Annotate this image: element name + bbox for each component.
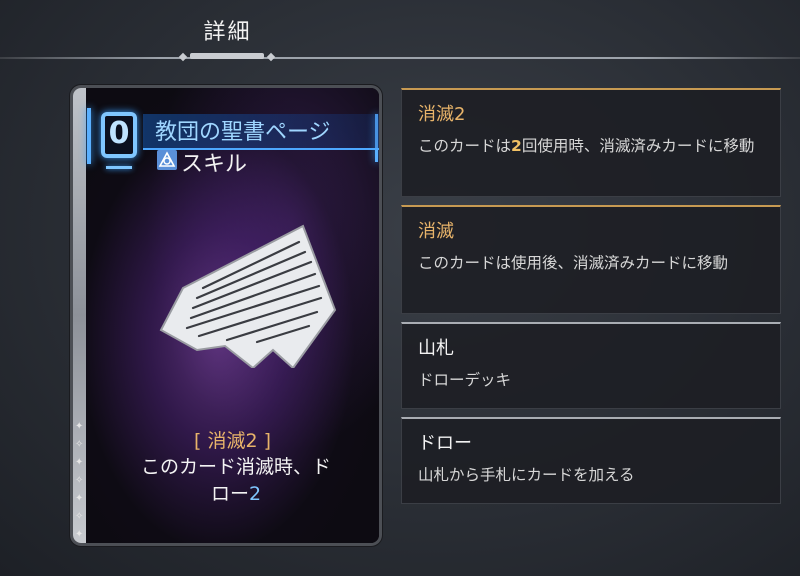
keyword-panel-body-number: 2: [511, 137, 522, 155]
header-divider: [0, 57, 800, 59]
keyword-panel-body-pre: このカードは: [418, 137, 512, 155]
card-description-line1: このカード消滅時、ド: [140, 456, 331, 478]
header-title: 詳細: [203, 20, 252, 45]
keyword-panel-body: このカードは2回使用時、消滅済みカードに移動: [418, 134, 764, 158]
keyword-panel-title: 消滅2: [418, 104, 466, 125]
keyword-panel-body: 山札から手札にカードを加える: [418, 466, 635, 484]
keyword-panel-title: 消滅: [418, 221, 454, 242]
card-description: このカード消滅時、ド ロー2: [113, 454, 359, 508]
header-divider-accent: [190, 53, 264, 59]
card-cost-underline: [106, 166, 132, 169]
card-cost: 0: [101, 112, 137, 158]
card-keyword: [ 消滅2 ]: [194, 430, 271, 452]
keyword-panel-title: ドロー: [418, 433, 472, 454]
keyword-panel-exhaust-2: 消滅2 このカードは2回使用時、消滅済みカードに移動: [401, 88, 781, 197]
card-glow-left: [87, 108, 91, 164]
card-description-line2: ロー: [210, 483, 249, 505]
sparkle-icon: ✦ ✧ ✦ ✧ ✦ ✧ ✦: [75, 421, 84, 540]
skill-type-icon: [157, 150, 177, 170]
keyword-panel-body: このカードは使用後、消滅済みカードに移動: [418, 254, 729, 272]
keyword-panel-deck: 山札 ドローデッキ: [401, 322, 781, 409]
keyword-panel-exhaust: 消滅 このカードは使用後、消滅済みカードに移動: [401, 205, 781, 314]
header-divider-dot-right: [266, 52, 276, 62]
card-name: 教団の聖書ページ: [155, 120, 331, 145]
card[interactable]: 0 教団の聖書ページ スキル ✦ ✧ ✦ ✧ ✦ ✧ ✦ [ 消滅2 ] このカード消滅時、…: [73, 88, 379, 543]
keyword-panel-body-post: 回使用時、消滅済みカードに移動: [521, 137, 755, 155]
scripture-page-art: [159, 224, 337, 368]
header-divider-dot-left: [178, 52, 188, 62]
keyword-panel-title: 山札: [418, 338, 454, 359]
card-description-number: 2: [248, 483, 262, 505]
card-type: スキル: [181, 152, 248, 177]
keyword-panel-draw: ドロー 山札から手札にカードを加える: [401, 417, 781, 504]
keyword-panel-body: ドローデッキ: [418, 371, 512, 389]
